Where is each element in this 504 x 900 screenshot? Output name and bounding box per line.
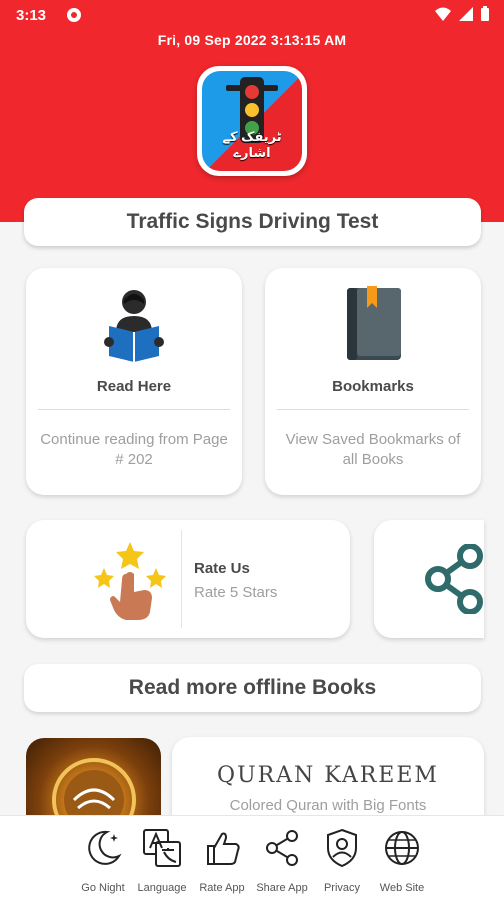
nav-label: Share App [256,882,308,894]
thumbs-up-icon [207,832,240,865]
status-time: 3:13 [16,7,47,24]
divider [38,409,230,410]
rate-stars-icon [94,542,166,620]
share-icon [266,830,298,866]
read-here-label: Read Here [96,378,172,395]
nav-label: Privacy [323,882,361,894]
nav-label: Go Night [81,882,125,894]
nav-rate-app[interactable]: Rate App [188,826,256,898]
rate-us-card[interactable]: Rate Us Rate 5 Stars [26,520,350,638]
status-icons [434,6,490,22]
notification-icon [66,7,82,27]
bottom-nav: Go Night Language Rate App Share App Pri… [0,815,504,900]
book-title: QURAN KAREEM [217,763,439,788]
header: 3:13 Fri, 09 Sep 2022 3:13:15 AM ٹریفک ک… [0,0,504,222]
more-books-heading: Read more offline Books [128,676,377,699]
translate-icon [143,829,181,867]
wifi-icon [435,7,451,21]
rate-us-title: Rate Us [194,560,250,577]
bookmark-book-icon [347,286,401,360]
nav-go-night[interactable]: Go Night [69,826,137,898]
divider [181,530,182,628]
reader-icon [104,290,164,362]
nav-label: Language [137,882,187,894]
share-icon [425,544,483,614]
bookmarks-label: Bookmarks [332,378,414,395]
share-card[interactable] [374,520,484,638]
quran-book-card[interactable]: QURAN KAREEM Colored Quran with Big Font… [172,737,484,827]
nav-label: Web Site [379,882,425,894]
app-logo: ٹریفک کے اشارے [197,66,307,176]
app-title: Traffic Signs Driving Test [126,210,379,233]
current-datetime: Fri, 09 Sep 2022 3:13:15 AM [157,32,347,48]
divider [277,409,469,410]
read-here-card[interactable]: Read Here Continue reading from Page # 2… [26,268,242,495]
app-title-card: Traffic Signs Driving Test [24,198,481,246]
bookmarks-card[interactable]: Bookmarks View Saved Bookmarks of all Bo… [265,268,481,495]
book-subtitle: Colored Quran with Big Fonts [229,797,427,814]
rate-us-subtitle: Rate 5 Stars [194,584,278,601]
nav-web-site[interactable]: Web Site [368,826,436,898]
nav-language[interactable]: Language [128,826,196,898]
logo-text: ٹریفک کے اشارے [222,129,282,160]
moon-icon [88,830,122,865]
globe-icon [385,831,419,865]
status-bar: 3:13 [0,0,504,30]
battery-icon [481,6,489,21]
nav-share-app[interactable]: Share App [248,826,316,898]
read-here-subtitle: Continue reading from Page # 202 [40,431,228,468]
shield-user-icon [327,828,357,868]
bookmarks-subtitle: View Saved Bookmarks of all Books [285,431,461,468]
signal-icon [459,7,473,21]
nav-privacy[interactable]: Privacy [308,826,376,898]
more-books-heading-card: Read more offline Books [24,664,481,712]
nav-label: Rate App [199,882,245,894]
